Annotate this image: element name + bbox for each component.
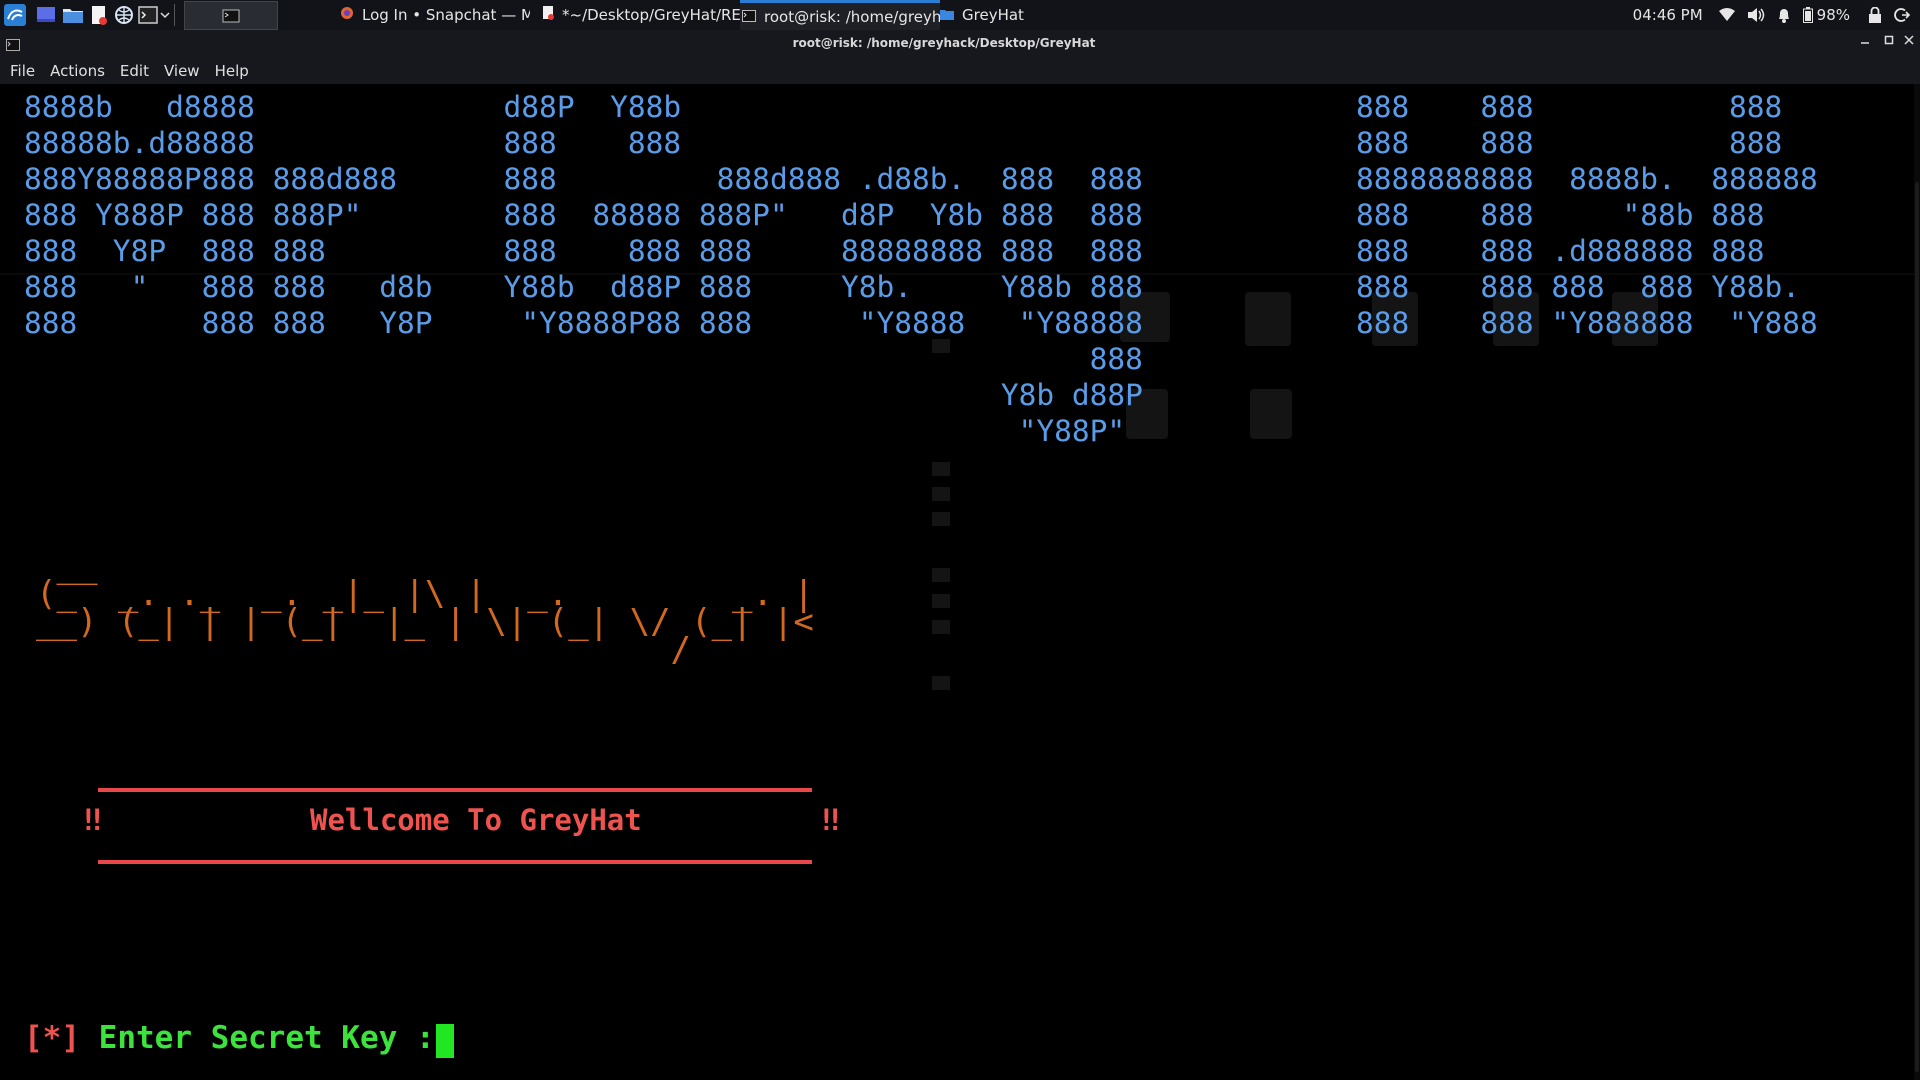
- text-editor-icon[interactable]: [90, 4, 108, 26]
- text-editor-icon: [542, 6, 554, 24]
- folder-icon: [940, 6, 954, 24]
- window-title: root@risk: /home/greyhack/Desktop/GreyHa…: [792, 36, 1096, 50]
- task-label: GreyHat: [962, 6, 1024, 24]
- secret-key-prompt: [*] Enter Secret Key :: [24, 1020, 453, 1056]
- panel-separator: [174, 4, 175, 26]
- terminal-area[interactable]: 8888b d8888 d88P Y88b 888 888 888 88888b…: [0, 84, 1920, 1080]
- task-file-manager[interactable]: GreyHat: [940, 0, 1060, 30]
- volume-icon[interactable]: [1747, 7, 1765, 23]
- window-titlebar[interactable]: root@risk: /home/greyhack/Desktop/GreyHa…: [0, 30, 1920, 58]
- terminal-launcher-icon[interactable]: [138, 4, 158, 26]
- logout-icon[interactable]: [1894, 7, 1910, 23]
- battery-percentage: 98%: [1816, 6, 1850, 24]
- prompt-bracket-open: [: [24, 1020, 43, 1056]
- task-text-editor[interactable]: *~/Desktop/GreyHat/RE...: [542, 0, 742, 30]
- task-terminal-active[interactable]: root@risk: /home/greyh...: [740, 0, 940, 30]
- menu-actions[interactable]: Actions: [50, 62, 105, 80]
- welcome-bang-left: ‼: [84, 803, 102, 837]
- top-panel: Log In • Snapchat — Mo... *~/Desktop/Gre…: [0, 0, 1920, 31]
- battery-icon[interactable]: 98%: [1802, 6, 1850, 24]
- menu-help[interactable]: Help: [215, 62, 249, 80]
- chevron-down-icon[interactable]: [160, 4, 170, 26]
- prompt-bracket-close: ]: [61, 1020, 81, 1056]
- minimize-icon[interactable]: [1856, 33, 1874, 49]
- prompt-star: *: [42, 1020, 62, 1056]
- web-browser-icon[interactable]: [114, 4, 134, 26]
- close-icon[interactable]: [1900, 33, 1918, 49]
- ascii-line: /: [36, 630, 692, 670]
- firefox-icon: [340, 6, 354, 24]
- system-tray: 04:46 PM 98%: [1633, 0, 1920, 30]
- menu-view[interactable]: View: [164, 62, 200, 80]
- welcome-top-rule: [98, 788, 812, 792]
- terminal-cursor[interactable]: [436, 1024, 454, 1058]
- menu-file[interactable]: File: [10, 62, 35, 80]
- welcome-bang-right: ‼: [822, 803, 840, 837]
- scrollbar-thumb[interactable]: [1915, 182, 1919, 1072]
- task-label: Log In • Snapchat — Mo...: [362, 6, 530, 24]
- show-desktop-icon[interactable]: [36, 4, 56, 26]
- ascii-banner-sanat-nayak: __ (_ _. ._ _. _|_ |\ | _. _. | __) (_| …: [36, 549, 814, 667]
- task-firefox[interactable]: Log In • Snapchat — Mo...: [340, 0, 530, 30]
- welcome-bottom-rule: [98, 860, 812, 864]
- lock-screen-icon[interactable]: [1868, 7, 1882, 23]
- task-label: root@risk: /home/greyh...: [764, 7, 940, 26]
- clock[interactable]: 04:46 PM: [1633, 6, 1703, 24]
- file-manager-icon[interactable]: [62, 4, 84, 26]
- workspace-1-button[interactable]: [184, 1, 278, 30]
- ascii-banner-migrate-greyhat: 8888b d8888 d88P Y88b 888 888 888 88888b…: [24, 90, 1818, 448]
- prompt-label: Enter Secret Key :: [80, 1020, 454, 1056]
- menu-bar: File Actions Edit View Help: [0, 58, 1920, 84]
- welcome-message: Wellcome To GreyHat: [310, 803, 642, 837]
- task-label: *~/Desktop/GreyHat/RE...: [562, 6, 742, 24]
- kali-menu-icon[interactable]: [4, 4, 26, 26]
- maximize-icon[interactable]: [1880, 33, 1898, 49]
- menu-edit[interactable]: Edit: [120, 62, 149, 80]
- terminal-icon: [742, 8, 756, 26]
- notifications-icon[interactable]: [1777, 7, 1791, 23]
- wifi-icon[interactable]: [1718, 8, 1735, 22]
